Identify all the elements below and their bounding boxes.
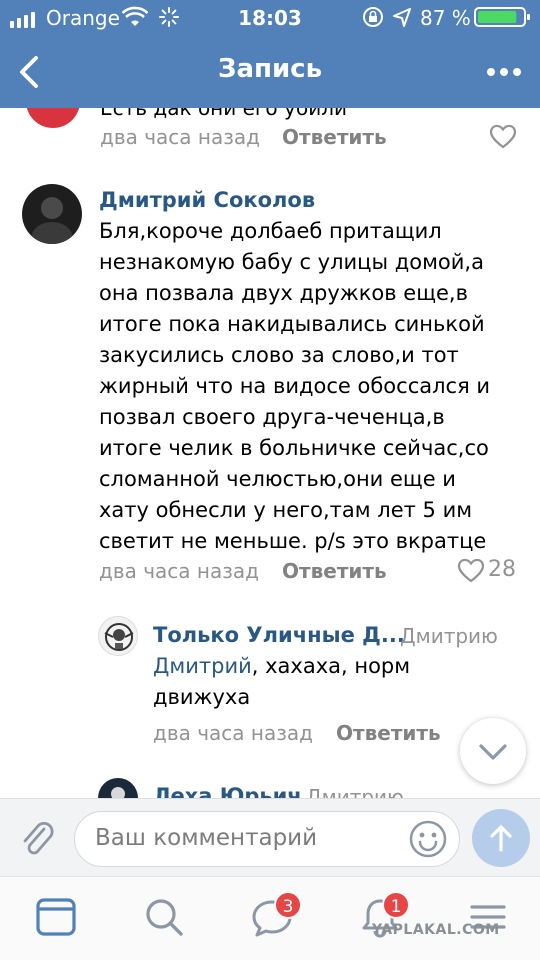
reply-button[interactable]: Ответить [282,559,387,583]
chevron-down-icon [479,744,507,760]
reply-button[interactable]: Ответить [336,721,441,745]
avatar-logo [104,623,134,651]
comment-line: позвал своего друга-чеченца,в [99,405,445,429]
page-title: Запись [217,54,323,84]
emoji-icon[interactable] [408,819,448,859]
location-arrow-icon [393,8,411,27]
reply-to-user[interactable]: Дмитрию [400,624,498,648]
like-icon[interactable] [457,557,485,583]
rotation-lock-icon [363,7,383,27]
comment-text-clipped: Есть дак они его убили [100,108,347,120]
reply-to-user[interactable]: Дмитрию [306,785,404,798]
notifications-badge: 1 [382,891,410,919]
more-options-icon[interactable] [484,60,524,84]
reply-author[interactable]: Только Уличные Д... [153,623,405,647]
send-button[interactable] [472,809,530,867]
avatar[interactable] [22,184,82,244]
comment-time: два часа назад [99,559,259,583]
tab-feed-icon[interactable] [34,895,78,939]
attach-icon[interactable] [16,815,56,859]
avatar-photo [111,787,125,798]
comment-author[interactable]: Дмитрий Соколов [99,188,315,212]
like-icon[interactable] [489,123,517,149]
comment-input[interactable]: Ваш комментарий [74,811,460,867]
comment-line: жирный что на видосе обоссался и [99,374,491,398]
comment-line: итоге пока накидывались синькой [99,312,485,336]
comment-line: она позвала двух дружков еще,в [99,281,468,305]
messages-badge: 3 [274,891,302,919]
status-bar: Orange 18:03 87 % [0,0,540,36]
mention-link[interactable]: Дмитрий [153,654,252,678]
watermark: YAPLAKAL.COM [372,922,500,938]
tab-bar: 3 1 [0,876,540,960]
tab-search-icon[interactable] [142,895,186,939]
avatar[interactable] [98,616,138,656]
avatar-photo [32,197,72,244]
reply-text-line: движуха [153,685,251,709]
header: Orange 18:03 87 % Запись [0,0,540,108]
battery-percent: 87 % [420,6,471,30]
reply-text: Дмитрий, хахаха, норм движуха [153,651,523,713]
scroll-down-button[interactable] [460,718,526,784]
comment-line: светит не меньше. p/s это вкратце [99,529,487,553]
comment-line: итоге челик в больничке сейчас,со [99,436,489,460]
reply-time: два часа назад [153,721,313,745]
comment-line: сломанной челюстью,они еще и [99,467,456,491]
reply-author[interactable]: Леха Юрьич [153,784,302,798]
reply-text-part: , хахаха, норм [251,654,411,678]
comment-composer: Ваш комментарий [0,798,540,876]
comment-line: хату обнесли у него,там лет 5 им [99,498,473,522]
avatar[interactable] [26,108,80,128]
arrow-up-icon [490,825,512,852]
comment-line: закусились слово за слово,и тот [99,343,459,367]
comment-line: незнакомую бабу с улицы домой,а [99,250,484,274]
comments-feed[interactable]: Есть дак они его убили два часа назад От… [0,108,540,798]
avatar[interactable] [98,778,138,798]
comment-line: Бля,короче долбаеб притащил [99,219,442,243]
battery-icon [474,7,530,27]
reply-button[interactable]: Ответить [282,125,387,149]
comment-text: Бля,короче долбаеб притащил незнакомую б… [99,216,529,557]
comment-time: два часа назад [100,125,260,149]
like-count: 28 [488,557,516,582]
